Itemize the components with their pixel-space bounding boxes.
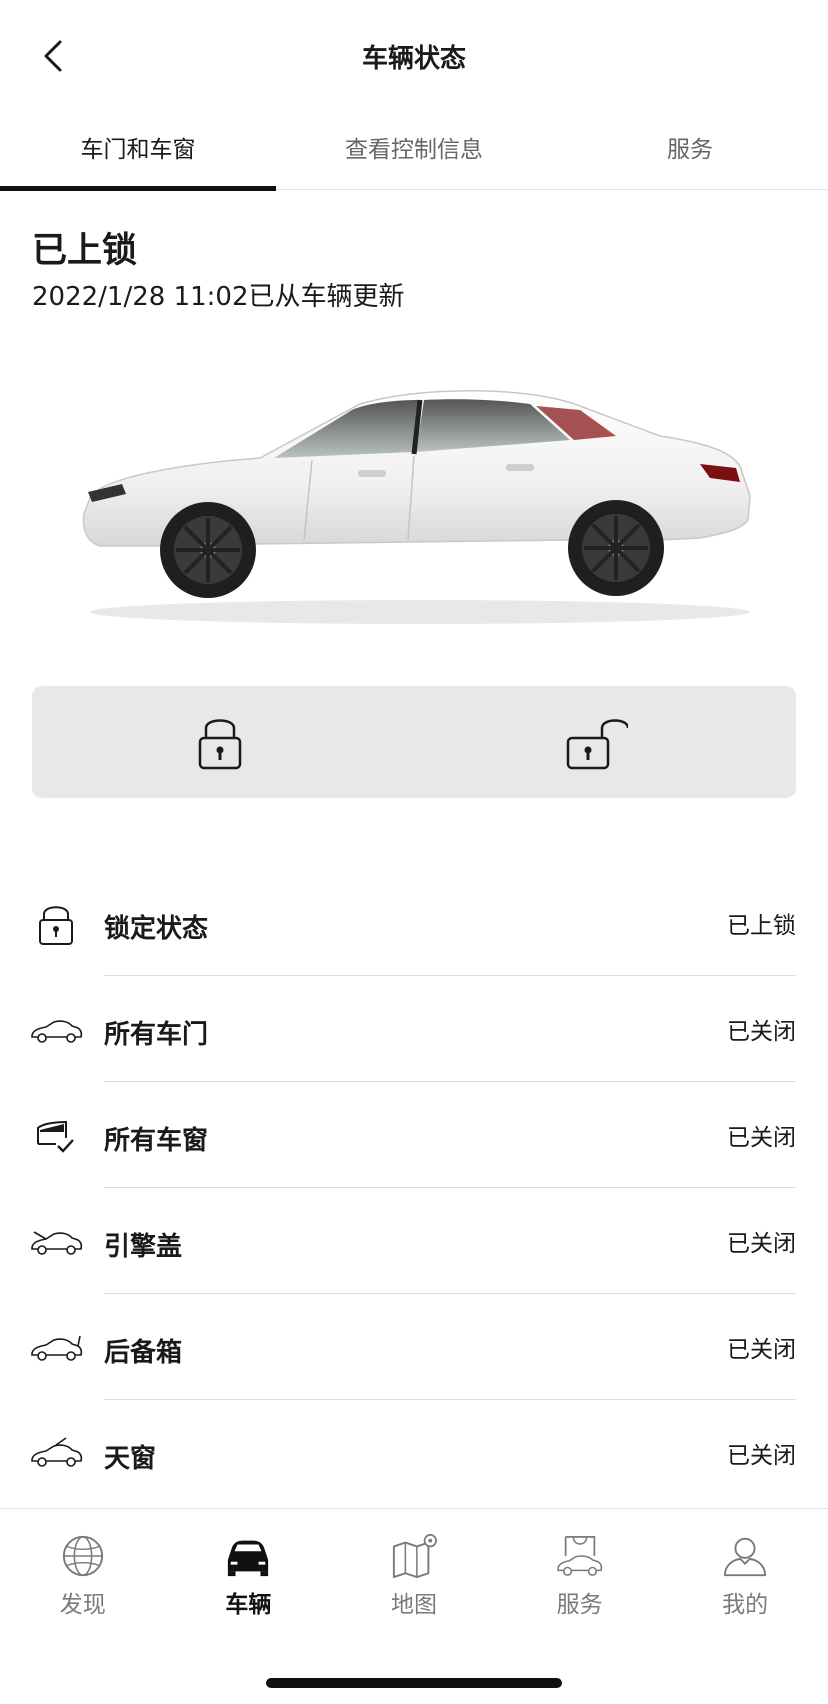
list-item-label: 锁定状态 (104, 914, 209, 944)
list-item-sunroof: 天窗 已关闭 (0, 1400, 828, 1506)
list-item-value: 已关闭 (727, 1019, 796, 1045)
car-trunk-icon (31, 1335, 83, 1361)
nav-profile[interactable]: 我的 (662, 1509, 828, 1619)
lock-control-panel (32, 686, 796, 798)
nav-label: 服务 (556, 1592, 603, 1618)
nav-label: 车辆 (225, 1592, 272, 1618)
lock-icon (39, 906, 73, 945)
map-icon (392, 1534, 437, 1579)
bottom-nav: 发现 车辆 地图 服务 我的 (0, 1508, 828, 1638)
list-item-value: 已关闭 (727, 1231, 796, 1257)
last-updated-text: 2022/1/28 11:02已从车辆更新 (32, 282, 405, 312)
list-item-lock-state: 锁定状态 已上锁 (0, 870, 828, 976)
list-item-value: 已关闭 (727, 1125, 796, 1151)
list-item-value: 已关闭 (727, 1337, 796, 1363)
tab-doors-windows[interactable]: 车门和车窗 (0, 110, 276, 191)
lock-button[interactable] (188, 710, 252, 774)
nav-label: 我的 (722, 1592, 769, 1618)
globe-icon (62, 1535, 103, 1577)
service-bag-icon (556, 1535, 602, 1576)
header: 车辆状态 (0, 0, 828, 110)
list-item-label: 所有车门 (104, 1020, 209, 1050)
tab-bar: 车门和车窗 查看控制信息 服务 (0, 110, 828, 191)
nav-label: 地图 (390, 1592, 437, 1618)
list-item-label: 天窗 (104, 1444, 157, 1474)
status-list: 锁定状态 已上锁 所有车门 已关闭 所有车窗 已关闭 引擎盖 已关闭 后备箱 已… (0, 870, 828, 1506)
list-item-label: 引擎盖 (104, 1232, 183, 1262)
car-door-icon (31, 1020, 83, 1043)
nav-service[interactable]: 服务 (497, 1509, 663, 1619)
list-item-value: 已上锁 (727, 913, 796, 939)
list-item-doors: 所有车门 已关闭 (0, 976, 828, 1082)
list-item-hood: 引擎盖 已关闭 (0, 1188, 828, 1294)
nav-label: 发现 (59, 1592, 106, 1618)
list-item-label: 所有车窗 (104, 1126, 209, 1156)
car-window-icon (37, 1120, 74, 1153)
car-hood-icon (31, 1231, 83, 1255)
lock-closed-icon (198, 719, 242, 770)
list-item-windows: 所有车窗 已关闭 (0, 1082, 828, 1188)
home-indicator[interactable] (266, 1678, 562, 1688)
nav-vehicle[interactable]: 车辆 (166, 1509, 332, 1619)
page-title: 车辆状态 (361, 44, 466, 74)
lock-open-icon (566, 719, 630, 770)
profile-icon (724, 1537, 767, 1577)
list-item-value: 已关闭 (727, 1443, 796, 1469)
car-image (82, 390, 751, 624)
lock-status-title: 已上锁 (32, 231, 138, 271)
nav-map[interactable]: 地图 (331, 1509, 497, 1619)
car-icon (228, 1540, 269, 1577)
unlock-button[interactable] (564, 710, 630, 774)
nav-discover[interactable]: 发现 (0, 1509, 166, 1619)
car-sunroof-icon (31, 1437, 83, 1467)
list-item-label: 后备箱 (104, 1338, 183, 1368)
list-item-trunk: 后备箱 已关闭 (0, 1294, 828, 1400)
tab-service[interactable]: 服务 (552, 110, 828, 190)
tab-control-info[interactable]: 查看控制信息 (276, 110, 552, 190)
